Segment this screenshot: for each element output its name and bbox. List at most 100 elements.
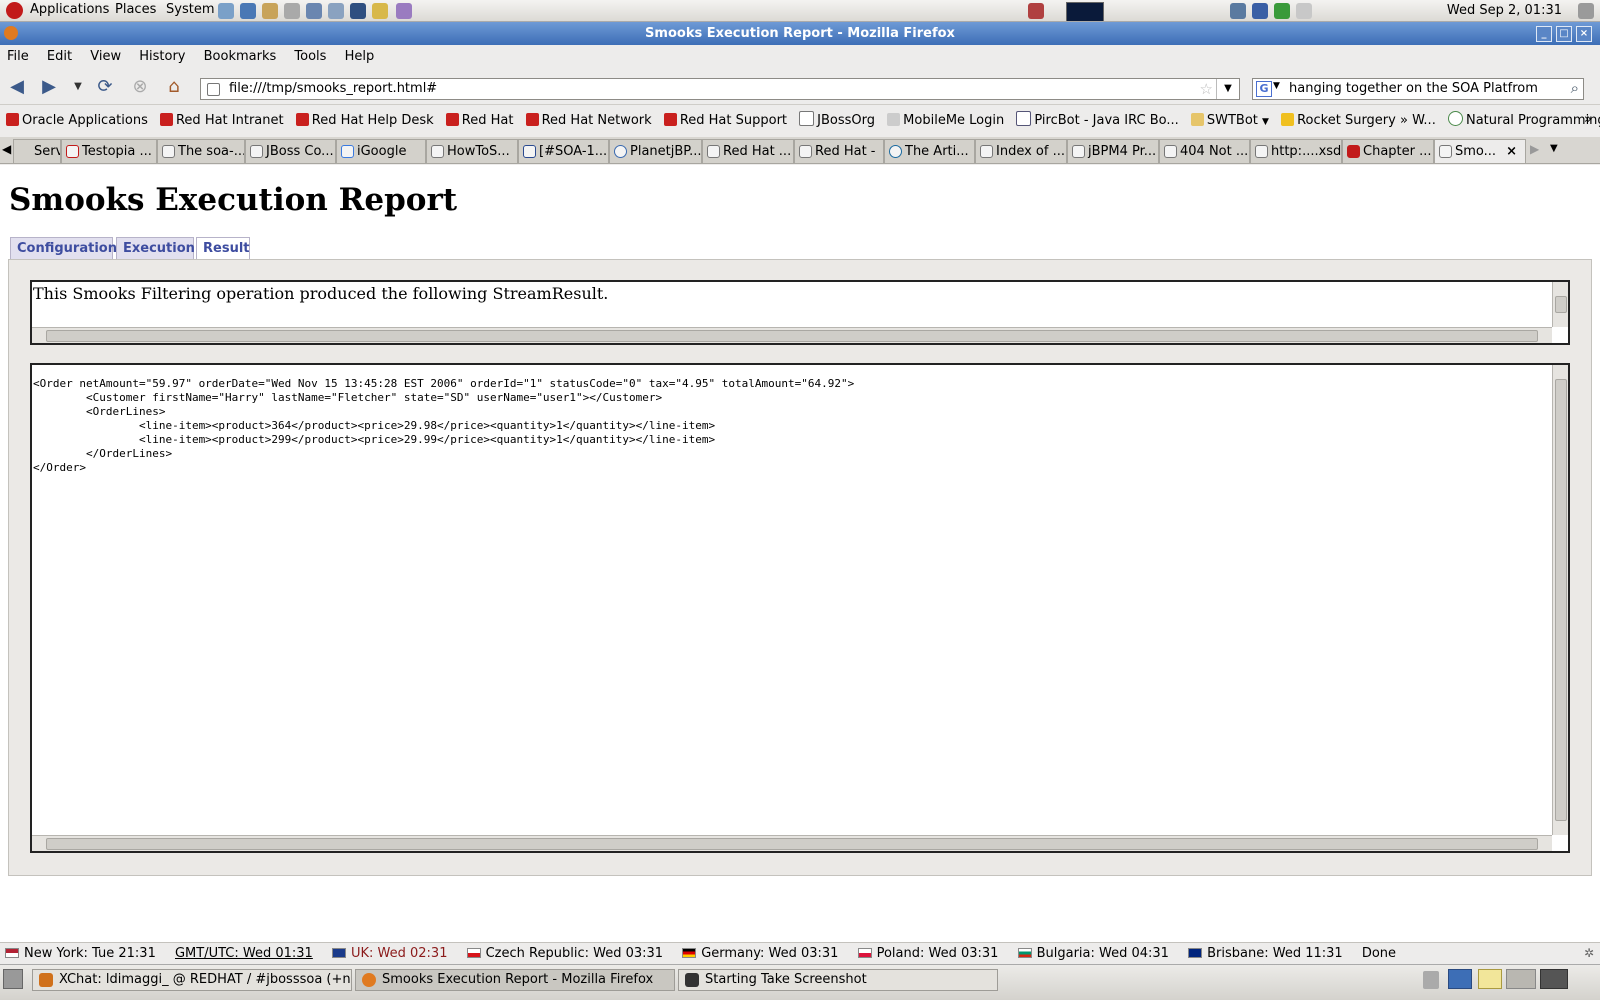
world-clock[interactable]: Czech Republic: Wed 03:31 — [466, 943, 663, 964]
network-status-icon[interactable] — [1230, 3, 1246, 19]
url-text[interactable]: file:///tmp/smooks_report.html# — [229, 81, 437, 96]
redhat-logo-icon[interactable] — [6, 2, 23, 19]
browser-tab[interactable]: Testopia ... — [61, 139, 157, 163]
workspace-active[interactable] — [1540, 969, 1568, 989]
close-window-icon[interactable]: × — [1576, 26, 1592, 42]
firefox-launcher-icon[interactable] — [1448, 969, 1472, 989]
resize-grip-icon[interactable]: ✲ — [1584, 946, 1594, 960]
google-search-engine-icon[interactable]: G — [1256, 81, 1272, 97]
bookmark-star-icon[interactable]: ☆ — [1200, 80, 1213, 98]
menu-edit[interactable]: Edit — [40, 45, 79, 69]
trash-icon[interactable] — [1423, 971, 1439, 989]
bluetooth-icon[interactable] — [1252, 3, 1268, 19]
applications-menu[interactable]: Applications — [30, 2, 109, 17]
menu-tools[interactable]: Tools — [287, 45, 333, 69]
browser-tab[interactable]: The soa-... — [157, 139, 245, 163]
browser-tab[interactable]: Serv... — [13, 139, 61, 163]
menu-view[interactable]: View — [83, 45, 128, 69]
pidgin-icon[interactable] — [396, 3, 412, 19]
disk-icon[interactable] — [328, 3, 344, 19]
volume-icon[interactable] — [1578, 3, 1594, 19]
browser-tab[interactable]: Chapter ... — [1342, 139, 1434, 163]
panel-clock[interactable]: Wed Sep 2, 01:31 — [1447, 3, 1562, 18]
horizontal-scrollbar[interactable] — [32, 327, 1552, 343]
search-engine-dropdown-icon[interactable]: ▼ — [1273, 81, 1280, 91]
browser-tab[interactable]: Index of ... — [975, 139, 1067, 163]
home-icon[interactable]: ⌂ — [162, 75, 186, 99]
places-menu[interactable]: Places — [115, 2, 156, 17]
vertical-scrollbar[interactable] — [1552, 282, 1568, 327]
world-clock[interactable]: Germany: Wed 03:31 — [682, 943, 838, 964]
system-menu[interactable]: System — [166, 2, 214, 17]
all-tabs-dropdown-icon[interactable]: ▼ — [1550, 143, 1558, 154]
browser-tab[interactable]: HowToS... — [426, 139, 518, 163]
browser-tab[interactable]: jBPM4 Pr... — [1067, 139, 1159, 163]
horizontal-scrollbar[interactable] — [32, 835, 1552, 851]
search-input-text[interactable]: hanging together on the SOA Platfrom — [1289, 81, 1538, 96]
bookmark-item[interactable]: PircBot - Java IRC Bo... — [1014, 107, 1180, 134]
menu-file[interactable]: File — [0, 45, 36, 69]
maximize-icon[interactable]: □ — [1556, 26, 1572, 42]
world-clock[interactable]: GMT/UTC: Wed 01:31 — [175, 943, 313, 964]
scroll-tabs-left-icon[interactable]: ◀ — [2, 142, 11, 156]
network-icon[interactable] — [240, 3, 256, 19]
menu-bookmarks[interactable]: Bookmarks — [197, 45, 284, 69]
browser-tab[interactable]: 404 Not ... — [1159, 139, 1250, 163]
menu-history[interactable]: History — [132, 45, 192, 69]
bookmark-item[interactable]: JBossOrg — [797, 107, 877, 134]
notes-icon[interactable] — [1478, 969, 1502, 989]
world-clock[interactable]: Poland: Wed 03:31 — [857, 943, 998, 964]
minimize-icon[interactable]: _ — [1536, 26, 1552, 42]
update-icon[interactable] — [1028, 3, 1044, 19]
bookmark-item[interactable]: Red Hat Intranet — [158, 107, 286, 134]
forward-icon[interactable]: ▶ — [37, 75, 61, 99]
message-textarea[interactable]: This Smooks Filtering operation produced… — [30, 280, 1570, 345]
browser-tab[interactable]: Red Hat ... — [702, 139, 794, 163]
mail-icon[interactable] — [262, 3, 278, 19]
search-magnifier-icon[interactable]: ⌕ — [1571, 79, 1579, 97]
world-clock[interactable]: Bulgaria: Wed 04:31 — [1017, 943, 1169, 964]
bookmark-item[interactable]: Rocket Surgery » W... — [1279, 107, 1438, 134]
keyboard-icon[interactable] — [1296, 3, 1312, 19]
bookmark-item[interactable]: Natural Programming — [1446, 107, 1600, 134]
chat-icon[interactable] — [372, 3, 388, 19]
browser-tab[interactable]: Red Hat - — [794, 139, 884, 163]
history-dropdown-icon[interactable]: ▼ — [66, 75, 90, 99]
battery-icon[interactable] — [1274, 3, 1290, 19]
world-clock[interactable]: New York: Tue 21:31 — [5, 943, 156, 964]
close-tab-icon[interactable]: × — [1506, 140, 1517, 163]
scroll-thumb[interactable] — [1555, 379, 1567, 821]
browser-tab-active[interactable]: Smo... × — [1434, 139, 1526, 163]
bookmark-item[interactable]: Red Hat Support — [662, 107, 789, 134]
tab-execution[interactable]: Execution — [116, 237, 195, 260]
stop-icon[interactable]: ⊗ — [128, 75, 152, 99]
file-manager-icon[interactable] — [306, 3, 322, 19]
browser-tab[interactable]: The Arti... — [884, 139, 975, 163]
world-clock[interactable]: UK: Wed 02:31 — [331, 943, 447, 964]
url-bar[interactable]: file:///tmp/smooks_report.html# ☆ ▼ — [200, 78, 1240, 100]
scroll-thumb[interactable] — [46, 330, 1538, 342]
tab-configuration[interactable]: Configuration — [10, 237, 117, 260]
browser-tab[interactable]: [#SOA-1... — [518, 139, 609, 163]
browser-tab[interactable]: http:....xsd — [1250, 139, 1342, 163]
search-bar[interactable]: G ▼ hanging together on the SOA Platfrom… — [1252, 78, 1584, 100]
scroll-tabs-right-icon[interactable]: ▶ — [1530, 142, 1539, 156]
scroll-thumb[interactable] — [1555, 296, 1567, 313]
bookmarks-overflow-icon[interactable]: » — [1584, 112, 1592, 127]
vertical-scrollbar[interactable] — [1552, 365, 1568, 835]
bookmark-item[interactable]: MobileMe Login — [885, 107, 1006, 134]
xml-output-textarea[interactable]: <Order netAmount="59.97" orderDate="Wed … — [30, 363, 1570, 853]
reload-icon[interactable]: ⟳ — [93, 75, 117, 99]
window-titlebar[interactable]: Smooks Execution Report - Mozilla Firefo… — [0, 22, 1600, 45]
bookmark-item[interactable]: Red Hat — [444, 107, 516, 134]
taskbar-button-xchat[interactable]: XChat: ldimaggi_ @ REDHAT / #jbosssoa (+… — [32, 969, 352, 991]
vpn-icon[interactable] — [218, 3, 234, 19]
bookmark-item[interactable]: Oracle Applications — [4, 107, 150, 134]
workspace-switcher[interactable] — [1506, 969, 1536, 989]
url-dropdown-icon[interactable]: ▼ — [1216, 79, 1239, 99]
show-desktop-icon[interactable] — [3, 969, 23, 989]
browser-tab[interactable]: JBoss Co... — [245, 139, 336, 163]
scroll-thumb[interactable] — [46, 838, 1538, 850]
bookmark-item[interactable]: Red Hat Network — [524, 107, 654, 134]
terminal-icon[interactable] — [350, 3, 366, 19]
